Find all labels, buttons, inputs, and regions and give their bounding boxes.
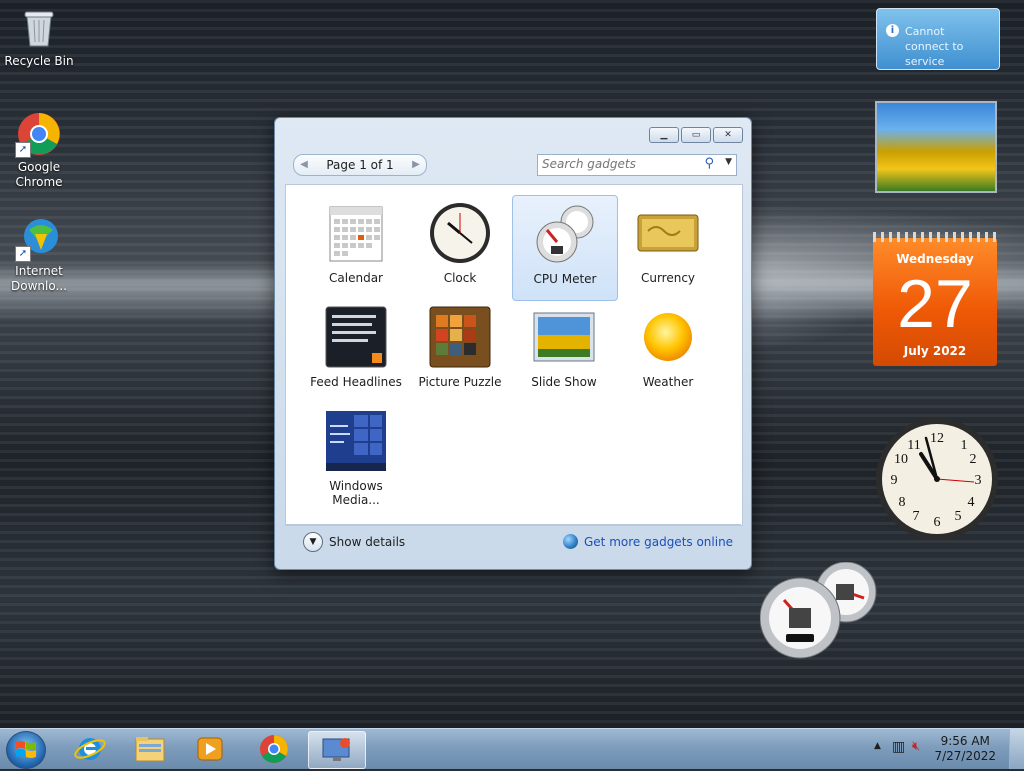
svg-text:6: 6 [934, 515, 941, 530]
show-details-toggle[interactable]: ▼ Show details [303, 532, 405, 552]
taskbar-internet-explorer[interactable] [62, 731, 118, 767]
get-more-gadgets-link[interactable]: Get more gadgets online [563, 534, 733, 549]
window-controls: ▁ ▭ ✕ [649, 127, 743, 143]
svg-text:1: 1 [961, 438, 968, 453]
volume-muted-icon[interactable]: 🔇︎ [912, 739, 920, 754]
desktop-icon-internet-download-manager[interactable]: ➚ Internet Downlo... [0, 216, 78, 294]
svg-text:9: 9 [891, 473, 898, 488]
weather-gadget-notice[interactable]: i Cannot connect to service [876, 8, 1000, 70]
desktop-icon-label: Internet Downlo... [11, 264, 67, 293]
shortcut-arrow-icon: ➚ [15, 246, 31, 262]
gadget-windows-media-center[interactable]: Windows Media... [304, 403, 408, 507]
clock-gadget[interactable]: 12 1 2 3 4 5 6 7 8 9 10 11 [874, 416, 1000, 542]
close-button[interactable]: ✕ [713, 127, 743, 143]
info-icon: i [886, 24, 899, 37]
show-desktop-button[interactable] [1009, 729, 1024, 769]
gadget-label: CPU Meter [533, 272, 597, 286]
show-details-label: Show details [329, 535, 406, 549]
svg-text:2: 2 [970, 452, 977, 467]
gadget-label: Slide Show [531, 375, 597, 389]
system-tray: ▲ ▥ 🔇︎ 9:56 AM 7/27/2022 [864, 729, 1024, 769]
calendar-rings [873, 232, 997, 242]
gadget-calendar[interactable]: Calendar [304, 195, 408, 299]
clock-icon [428, 201, 492, 265]
gadget-cpu-meter[interactable]: CPU Meter [512, 195, 618, 301]
footer-divider [285, 524, 741, 525]
globe-icon [563, 534, 578, 549]
gadget-label: Currency [640, 271, 696, 285]
gadget-currency[interactable]: Currency [616, 195, 720, 299]
desktop-icon-label: Google Chrome [15, 160, 63, 189]
cpu-meter-gadget[interactable] [759, 561, 884, 660]
clock-time: 9:56 AM [940, 734, 990, 748]
taskbar: ▲ ▥ 🔇︎ 9:56 AM 7/27/2022 [0, 728, 1024, 769]
chrome-icon: ➚ [15, 112, 61, 158]
taskbar-file-explorer[interactable] [122, 731, 178, 767]
picture-puzzle-icon [428, 305, 492, 369]
get-more-gadgets-label: Get more gadgets online [584, 534, 734, 549]
gadget-gallery-window: ▁ ▭ ✕ ◀ Page 1 of 1 ▶ ⚲ ▼ Calendar Clock [274, 117, 752, 570]
gadget-label: Windows Media... [329, 479, 383, 507]
search-box: ⚲ ▼ [537, 154, 737, 176]
calendar-day: 27 [897, 266, 973, 342]
chrome-icon [260, 735, 288, 763]
desktop-icon-google-chrome[interactable]: ➚ Google Chrome [0, 112, 78, 190]
system-clock[interactable]: 9:56 AM 7/27/2022 [934, 734, 996, 764]
gadget-weather[interactable]: Weather [616, 299, 720, 403]
cpu-meter-icon [533, 202, 597, 266]
gadget-feed-headlines[interactable]: Feed Headlines [304, 299, 408, 403]
calendar-icon [324, 201, 388, 265]
gadget-clock[interactable]: Clock [408, 195, 512, 299]
calendar-gadget[interactable]: Wednesday 27 July 2022 [873, 232, 997, 366]
slide-show-icon [532, 305, 596, 369]
show-hidden-icons-icon[interactable]: ▲ [874, 741, 881, 751]
calendar-month: July 2022 [903, 344, 967, 358]
slide-show-gadget[interactable] [875, 101, 997, 193]
gadget-picture-puzzle[interactable]: Picture Puzzle [408, 299, 512, 403]
svg-text:5: 5 [955, 509, 962, 524]
taskbar-google-chrome[interactable] [246, 731, 302, 767]
svg-text:3: 3 [975, 473, 982, 488]
svg-text:10: 10 [894, 452, 908, 467]
gadget-label: Weather [642, 375, 694, 389]
gadget-list: Calendar Clock CPU Meter Currency Feed H… [285, 184, 743, 526]
search-icon[interactable]: ⚲ [704, 156, 714, 171]
shortcut-arrow-icon: ➚ [15, 142, 31, 158]
svg-text:11: 11 [907, 438, 920, 453]
notice-text: Cannot connect to service [905, 25, 964, 68]
taskbar-media-player[interactable] [182, 731, 238, 767]
chevron-down-icon: ▼ [303, 532, 323, 552]
network-icon[interactable]: ▥ [892, 739, 905, 755]
desktop-icon-recycle-bin[interactable]: Recycle Bin [0, 6, 78, 69]
search-input[interactable] [542, 157, 692, 171]
restore-button[interactable]: ▭ [681, 127, 711, 143]
start-button[interactable] [6, 731, 46, 769]
media-player-icon [197, 737, 223, 761]
folder-icon [135, 737, 165, 762]
windows-media-center-icon [324, 409, 388, 473]
page-navigator: ◀ Page 1 of 1 ▶ [293, 154, 427, 176]
gadget-slide-show[interactable]: Slide Show [512, 299, 616, 403]
desktop-icon-label: Recycle Bin [4, 54, 74, 68]
weather-icon [636, 305, 700, 369]
desktop-gadgets-icon [322, 738, 350, 761]
gadget-label: Feed Headlines [310, 375, 402, 389]
internet-download-manager-icon: ➚ [15, 216, 61, 262]
feed-headlines-icon [324, 305, 388, 369]
recycle-bin-icon [17, 6, 61, 50]
svg-text:12: 12 [930, 431, 944, 446]
gadget-label: Clock [443, 271, 477, 285]
minimize-button[interactable]: ▁ [649, 127, 679, 143]
search-dropdown-icon[interactable]: ▼ [725, 157, 732, 167]
internet-explorer-icon [74, 738, 106, 760]
currency-icon [636, 201, 700, 265]
next-page-button[interactable]: ▶ [407, 156, 425, 174]
svg-text:8: 8 [899, 495, 906, 510]
gadget-label: Calendar [329, 271, 383, 285]
svg-text:7: 7 [913, 509, 920, 524]
gadget-label: Picture Puzzle [418, 375, 502, 389]
clock-date: 7/27/2022 [934, 749, 996, 763]
svg-text:4: 4 [968, 495, 975, 510]
taskbar-desktop-gadgets[interactable] [308, 731, 366, 769]
